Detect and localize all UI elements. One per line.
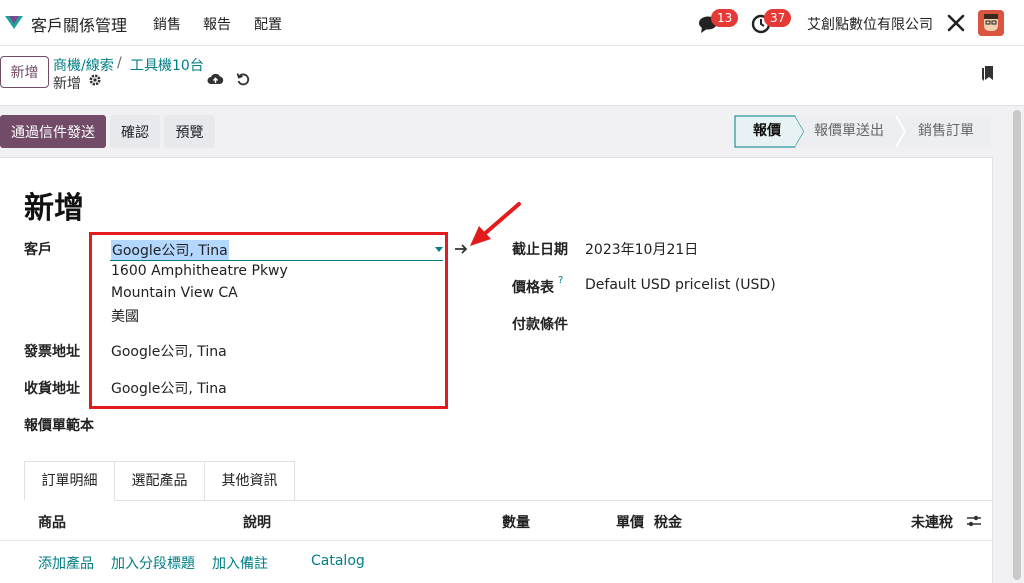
menu-reports[interactable]: 報告 — [203, 14, 231, 34]
record-title: 新增 — [24, 191, 84, 226]
status-step-quotation[interactable]: 報價 — [753, 115, 781, 148]
tab-order-lines[interactable]: 訂單明細 — [24, 461, 115, 501]
add-product-link[interactable]: 添加產品 — [38, 553, 94, 573]
send-by-email-button[interactable]: 通過信件發送 — [0, 115, 106, 148]
add-note-link[interactable]: 加入備註 — [212, 553, 268, 573]
notebook-tabs: 訂單明細 選配產品 其他資訊 — [24, 461, 993, 501]
new-button[interactable]: 新增 — [0, 56, 49, 88]
expiration-field[interactable]: 2023年10月21日 — [585, 239, 698, 259]
user-avatar[interactable] — [978, 10, 1004, 36]
invoice-address-label: 發票地址 — [24, 344, 80, 360]
column-subtotal[interactable]: 未連稅 — [911, 512, 953, 532]
menu-sales[interactable]: 銷售 — [153, 14, 181, 34]
pricelist-label: 價格表 — [512, 280, 554, 296]
breadcrumb-opportunity[interactable]: 工具機10台 — [130, 55, 204, 75]
quotation-template-label: 報價單範本 — [24, 418, 94, 434]
gear-icon[interactable] — [88, 73, 102, 87]
table-header-divider — [0, 540, 993, 541]
tab-optional-products[interactable]: 選配產品 — [115, 461, 205, 501]
catalog-link[interactable]: Catalog — [311, 553, 365, 569]
preview-button[interactable]: 預覽 — [164, 115, 215, 148]
discard-undo-icon[interactable] — [236, 72, 250, 86]
control-panel: 新增 商機/線索 / 工具機10台 新增 — [0, 46, 1024, 106]
breadcrumb-current: 新增 — [53, 76, 81, 92]
annotation-highlight-box — [89, 232, 448, 409]
expiration-label: 截止日期 — [512, 242, 568, 258]
optional-columns-sliders-icon[interactable] — [966, 514, 982, 528]
delivery-address-label: 收貨地址 — [24, 381, 80, 397]
customer-label: 客戶 — [24, 242, 52, 258]
app-name[interactable]: 客戶關係管理 — [31, 12, 127, 36]
column-product[interactable]: 商品 — [38, 512, 66, 532]
page-scrollbar[interactable] — [1013, 110, 1021, 580]
status-step-sales-order[interactable]: 銷售訂單 — [918, 115, 974, 148]
column-unit-price[interactable]: 單價 — [616, 512, 644, 532]
company-switcher[interactable]: 艾創點數位有限公司 — [807, 14, 933, 34]
top-navbar: 客戶關係管理 銷售 報告 配置 13 37 艾創點數位有限公司 — [0, 0, 1024, 46]
breadcrumb-separator: / — [117, 55, 122, 71]
column-quantity[interactable]: 數量 — [502, 512, 530, 532]
status-step-quotation-sent[interactable]: 報價單送出 — [814, 115, 884, 148]
column-taxes[interactable]: 稅金 — [654, 512, 682, 532]
pricelist-help-tooltip[interactable]: ? — [558, 275, 563, 286]
messages-badge: 13 — [711, 9, 739, 27]
tab-other-info[interactable]: 其他資訊 — [205, 461, 295, 501]
menu-configuration[interactable]: 配置 — [254, 14, 282, 34]
pricelist-field[interactable]: Default USD pricelist (USD) — [585, 277, 776, 293]
breadcrumb-opportunities[interactable]: 商機/線索 — [53, 55, 114, 75]
payment-terms-label: 付款條件 — [512, 317, 568, 333]
debug-tools-icon[interactable] — [946, 13, 966, 33]
add-section-link[interactable]: 加入分段標題 — [111, 553, 195, 573]
activities-badge: 37 — [764, 9, 792, 27]
crm-app-logo-icon[interactable] — [4, 12, 24, 32]
confirm-button[interactable]: 確認 — [110, 115, 160, 148]
save-cloud-icon[interactable] — [207, 72, 224, 86]
knowledge-bookmark-icon[interactable] — [980, 64, 994, 82]
status-bar: 報價 報價單送出 銷售訂單 — [734, 115, 992, 148]
column-description[interactable]: 說明 — [243, 512, 271, 532]
